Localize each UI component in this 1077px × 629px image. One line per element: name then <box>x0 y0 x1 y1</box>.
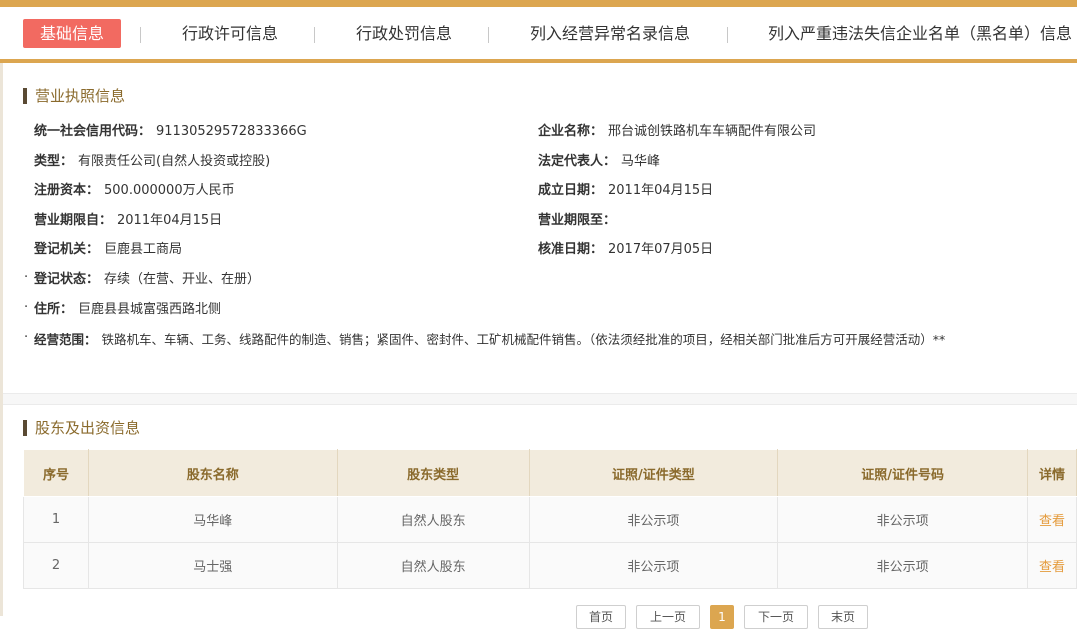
col-header-id-type: 证照/证件类型 <box>528 449 779 497</box>
term-to-field: 营业期限至： <box>538 211 621 231</box>
cell-id-no: 非公示项 <box>777 496 1028 543</box>
shareholders-section-title: 股东及出资信息 <box>23 418 140 438</box>
col-header-seq: 序号 <box>23 449 89 497</box>
approval-date-field: 核准日期： 2017年07月05日 <box>538 240 713 260</box>
tab-blacklist[interactable]: 列入严重违法失信企业名单（黑名单）信息 <box>768 19 1072 48</box>
pager-current-page[interactable]: 1 <box>710 605 734 629</box>
credit-code-field: 统一社会信用代码： 91130529572833366G <box>34 122 307 142</box>
founded-date-field: 成立日期： 2011年04月15日 <box>538 181 713 201</box>
cell-name: 马士强 <box>88 542 338 589</box>
pager-next-button[interactable]: 下一页 <box>744 605 808 629</box>
founded-date-label: 成立日期： <box>538 183 604 198</box>
registration-authority-value: 巨鹿县工商局 <box>104 242 183 257</box>
legal-rep-label: 法定代表人： <box>538 154 617 169</box>
registration-authority-label: 登记机关： <box>34 242 100 257</box>
registered-capital-value: 500.000000万人民币 <box>104 183 235 198</box>
tab-administrative-permit[interactable]: 行政许可信息 <box>182 19 278 48</box>
term-to-label: 营业期限至： <box>538 213 617 228</box>
legal-rep-field: 法定代表人： 马华峰 <box>538 152 660 172</box>
registration-authority-field: 登记机关： 巨鹿县工商局 <box>34 240 182 260</box>
tab-divider <box>140 27 141 43</box>
license-section-title: 营业执照信息 <box>23 86 125 106</box>
col-header-id-no: 证照/证件号码 <box>777 449 1028 497</box>
tab-divider <box>488 27 489 43</box>
credit-code-value: 91130529572833366G <box>156 124 307 139</box>
view-detail-link[interactable]: 查看 <box>1027 542 1077 589</box>
tab-underline-bar <box>0 59 1077 63</box>
table-header-row: 序号 股东名称 股东类型 证照/证件类型 证照/证件号码 详情 <box>23 449 1077 497</box>
content-left-border <box>0 63 3 616</box>
term-from-value: 2011年04月15日 <box>117 213 223 228</box>
section-divider <box>3 393 1077 405</box>
tab-divider <box>727 27 728 43</box>
term-to-value <box>616 213 621 228</box>
registration-status-label: 登记状态： <box>34 272 100 287</box>
top-accent-bar <box>0 0 1077 7</box>
legal-rep-value: 马华峰 <box>621 154 661 169</box>
tab-divider <box>314 27 315 43</box>
company-type-label: 类型： <box>34 154 74 169</box>
approval-date-label: 核准日期： <box>538 242 604 257</box>
pager-last-button[interactable]: 末页 <box>818 605 868 629</box>
cell-type: 自然人股东 <box>337 542 530 589</box>
pager-prev-button[interactable]: 上一页 <box>636 605 700 629</box>
bullet-dot-icon: · <box>24 300 29 315</box>
business-scope-field: 经营范围： 铁路机车、车辆、工务、线路配件的制造、销售；紧固件、密封件、工矿机械配… <box>34 330 945 350</box>
cell-type: 自然人股东 <box>337 496 530 543</box>
pager-first-button[interactable]: 首页 <box>576 605 626 629</box>
term-from-label: 营业期限自： <box>34 213 113 228</box>
cell-id-type: 非公示项 <box>529 542 779 589</box>
address-field: 住所： 巨鹿县县城富强西路北侧 <box>34 300 221 320</box>
tab-bar: 基础信息 行政许可信息 行政处罚信息 列入经营异常名录信息 列入严重违法失信企业… <box>0 7 1077 59</box>
company-name-value: 邢台诚创铁路机车车辆配件有限公司 <box>608 124 817 139</box>
address-value: 巨鹿县县城富强西路北侧 <box>78 302 222 317</box>
company-name-field: 企业名称： 邢台诚创铁路机车车辆配件有限公司 <box>538 122 816 142</box>
founded-date-value: 2011年04月15日 <box>608 183 714 198</box>
bullet-dot-icon: · <box>24 270 29 285</box>
company-name-label: 企业名称： <box>538 124 604 139</box>
registration-status-field: 登记状态： 存续（在营、开业、在册） <box>34 270 260 290</box>
approval-date-value: 2017年07月05日 <box>608 242 714 257</box>
business-scope-value: 铁路机车、车辆、工务、线路配件的制造、销售；紧固件、密封件、工矿机械配件销售。（… <box>101 332 946 347</box>
tab-abnormal-list[interactable]: 列入经营异常名录信息 <box>530 19 690 48</box>
cell-id-no: 非公示项 <box>777 542 1028 589</box>
cell-seq: 2 <box>23 542 89 589</box>
col-header-type: 股东类型 <box>336 449 530 497</box>
bullet-dot-icon: · <box>24 330 29 345</box>
cell-name: 马华峰 <box>88 496 338 543</box>
address-label: 住所： <box>34 302 74 317</box>
business-scope-label: 经营范围： <box>34 332 97 347</box>
view-detail-link[interactable]: 查看 <box>1027 496 1077 543</box>
registration-status-value: 存续（在营、开业、在册） <box>104 272 261 287</box>
term-from-field: 营业期限自： 2011年04月15日 <box>34 211 222 231</box>
shareholders-table: 序号 股东名称 股东类型 证照/证件类型 证照/证件号码 详情 1 马华峰 自然… <box>23 449 1077 589</box>
credit-code-label: 统一社会信用代码： <box>34 124 152 139</box>
registered-capital-label: 注册资本： <box>34 183 100 198</box>
tab-administrative-penalty[interactable]: 行政处罚信息 <box>356 19 452 48</box>
cell-id-type: 非公示项 <box>529 496 779 543</box>
company-type-value: 有限责任公司(自然人投资或控股) <box>78 154 271 169</box>
company-type-field: 类型： 有限责任公司(自然人投资或控股) <box>34 152 270 172</box>
table-row: 2 马士强 自然人股东 非公示项 非公示项 查看 <box>23 542 1077 589</box>
registered-capital-field: 注册资本： 500.000000万人民币 <box>34 181 235 201</box>
tab-basic-info[interactable]: 基础信息 <box>23 19 121 48</box>
cell-seq: 1 <box>23 496 89 543</box>
table-row: 1 马华峰 自然人股东 非公示项 非公示项 查看 <box>23 496 1077 543</box>
col-header-name: 股东名称 <box>87 449 338 497</box>
col-header-detail: 详情 <box>1027 449 1077 497</box>
